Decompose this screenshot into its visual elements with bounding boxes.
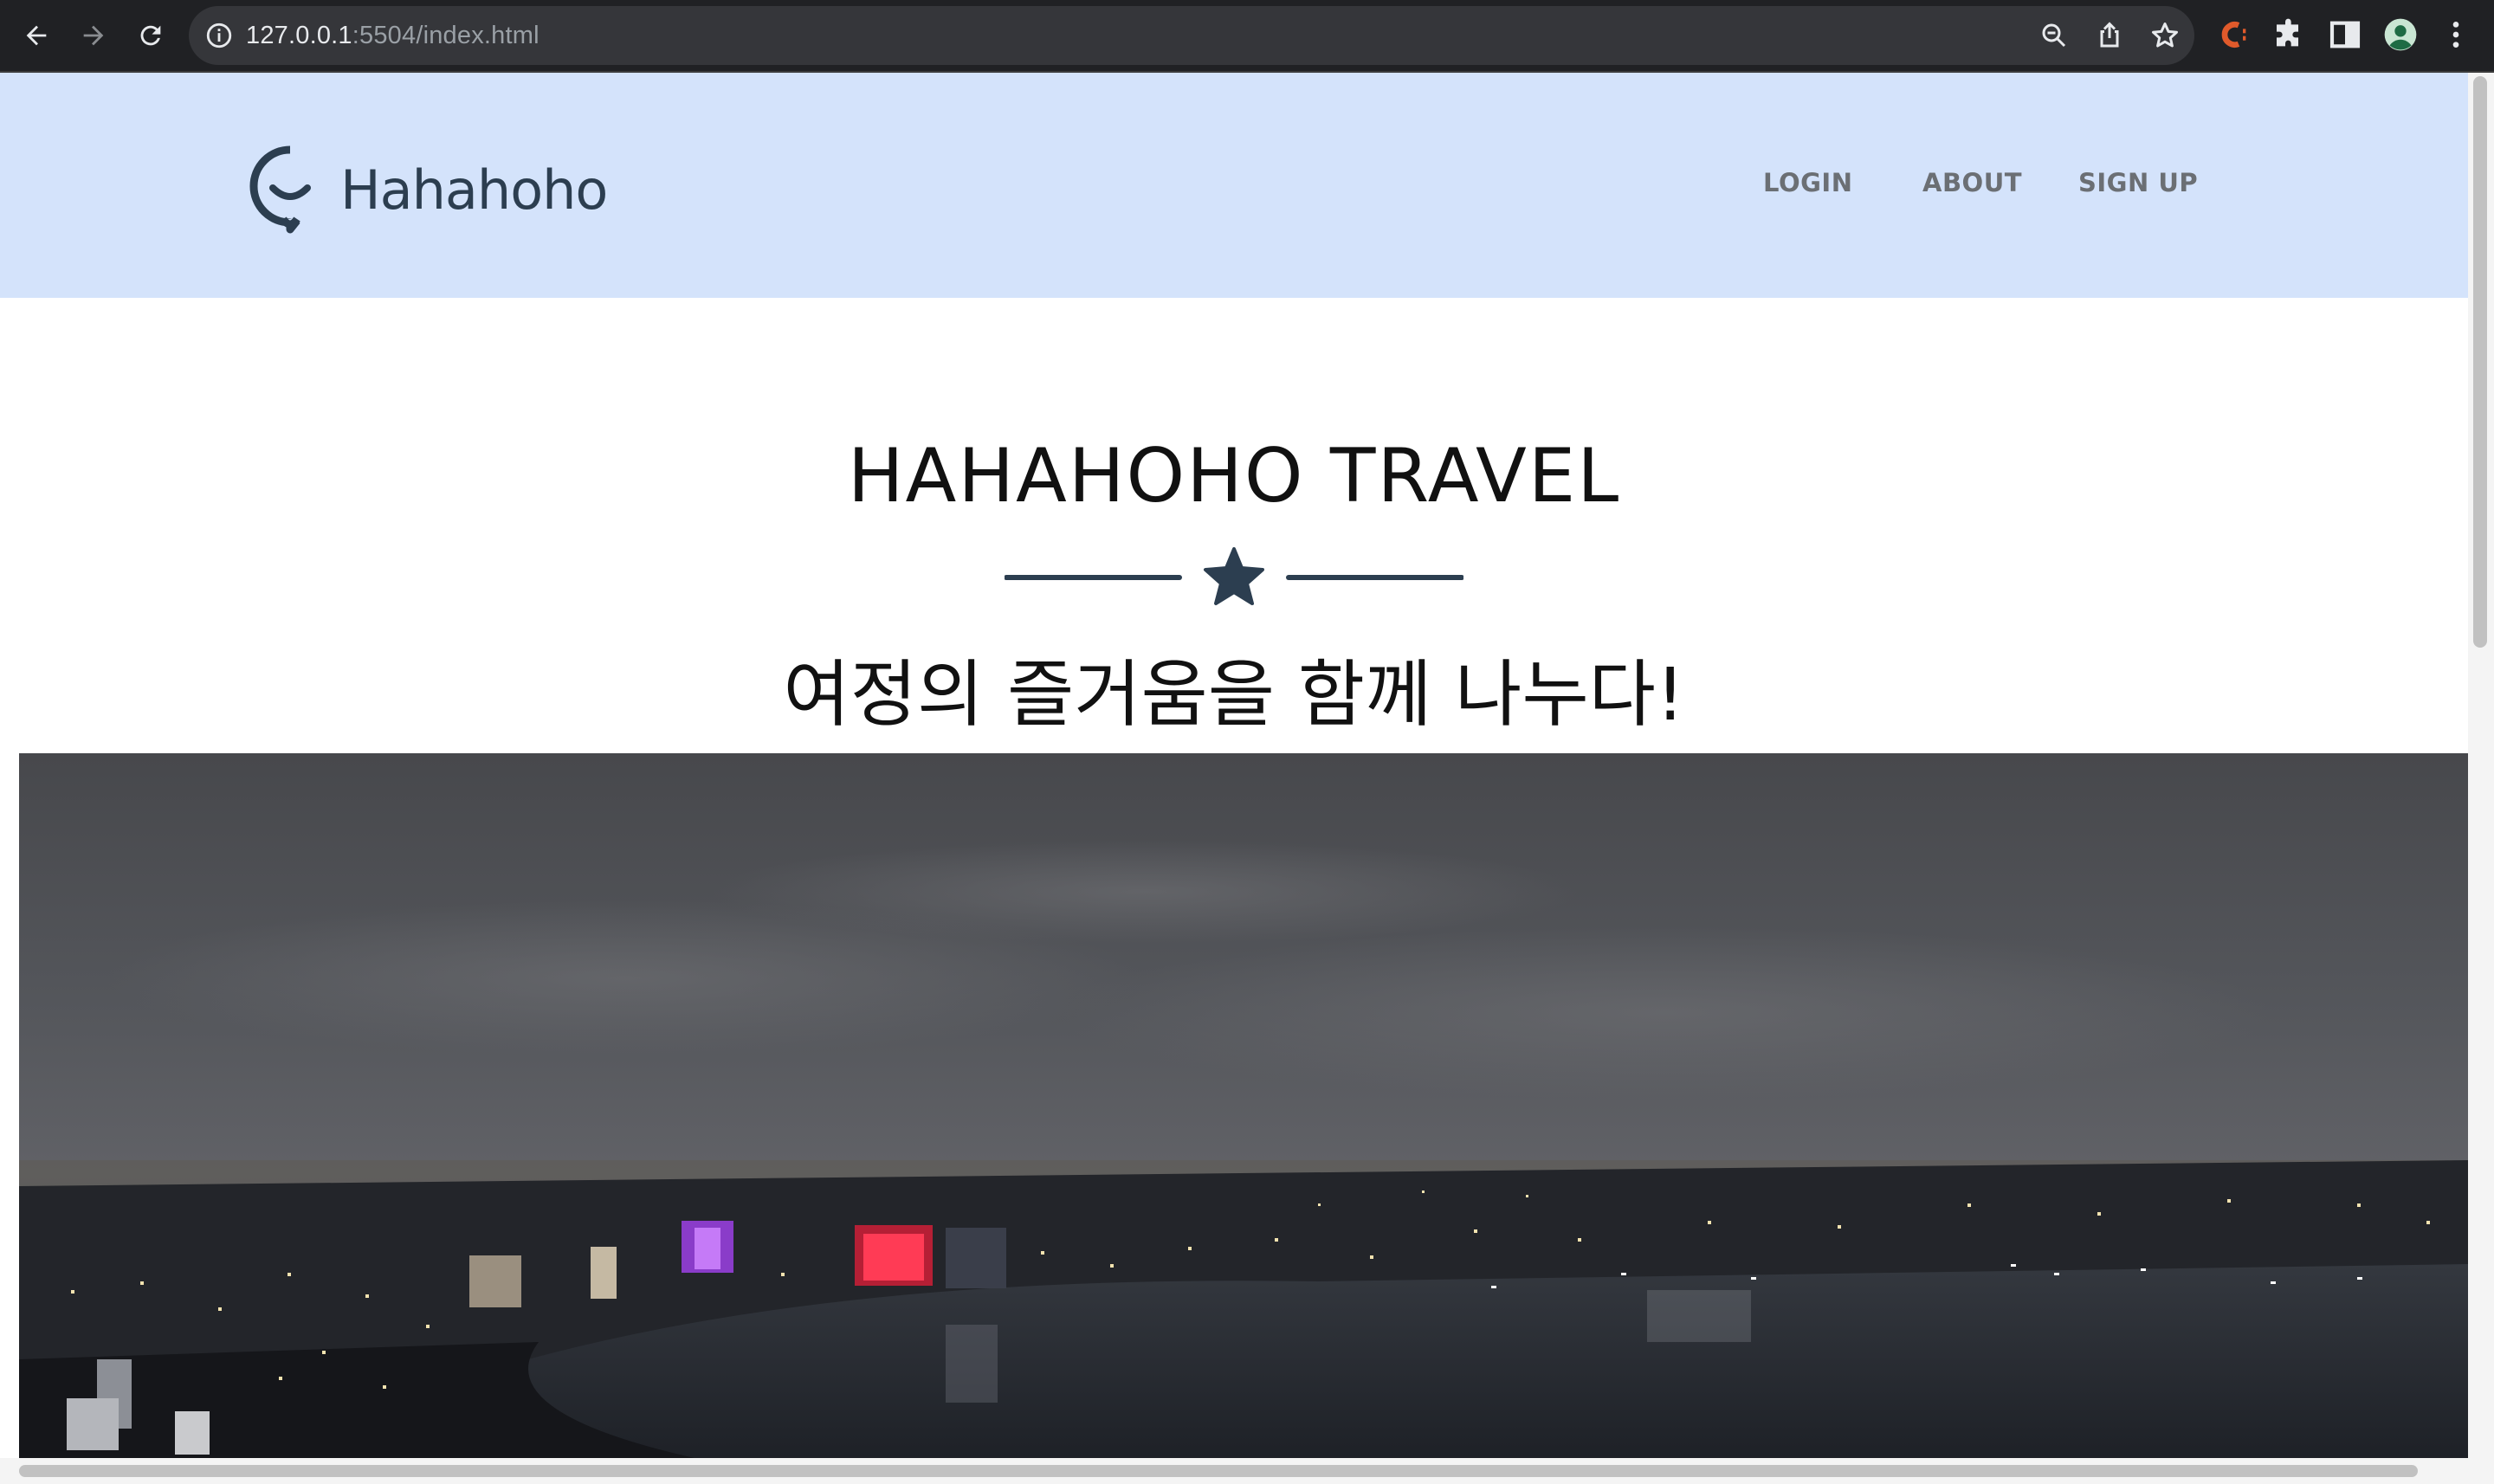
night-cityscape-image — [19, 753, 2468, 1458]
profile-avatar-icon[interactable] — [2383, 17, 2418, 52]
arrow-left-icon — [26, 25, 47, 46]
extensions-puzzle-icon[interactable] — [2272, 17, 2307, 52]
logo-text: Hahahoho — [340, 158, 608, 222]
nav-signup-link[interactable]: SIGN UP — [2078, 168, 2198, 197]
forward-button[interactable] — [69, 11, 118, 60]
hero-subtitle: 여정의 즐거움을 함께 나누다! — [783, 652, 1685, 737]
url-text[interactable]: 127.0.0.1:5504/index.html — [246, 6, 540, 65]
site-logo[interactable]: Hahahoho — [247, 142, 608, 237]
extension-c-icon[interactable] — [2217, 17, 2252, 52]
zoom-icon[interactable] — [2038, 20, 2070, 51]
address-bar[interactable]: 127.0.0.1:5504/index.html — [189, 6, 2194, 65]
nav-login-link[interactable]: LOGIN — [1763, 168, 1852, 197]
horizontal-scrollbar-thumb[interactable] — [19, 1465, 2418, 1477]
share-icon[interactable] — [2094, 20, 2125, 51]
browser-toolbar: 127.0.0.1:5504/index.html — [0, 0, 2494, 73]
back-button[interactable] — [12, 11, 61, 60]
info-icon[interactable] — [204, 21, 234, 50]
reload-icon — [140, 25, 161, 46]
url-host: 127.0.0.1 — [246, 22, 352, 49]
side-panel-icon[interactable] — [2328, 17, 2362, 52]
nav-about-link[interactable]: ABOUT — [1922, 168, 2022, 197]
vertical-scrollbar-thumb[interactable] — [2473, 76, 2487, 648]
menu-kebab-icon[interactable] — [2439, 17, 2473, 52]
url-path: :5504/index.html — [352, 22, 540, 49]
site-header: Hahahoho LOGIN ABOUT SIGN UP — [0, 73, 2468, 298]
star-divider — [1005, 547, 1463, 605]
smile-bubble-logo-icon — [249, 145, 311, 234]
city-night-photo — [19, 753, 2468, 1458]
bookmark-star-icon[interactable] — [2149, 20, 2181, 51]
arrow-right-icon — [83, 25, 104, 46]
reload-button[interactable] — [126, 11, 175, 60]
star-icon — [1204, 547, 1264, 605]
hero-title: HAHAHOHO TRAVEL — [847, 433, 1621, 519]
